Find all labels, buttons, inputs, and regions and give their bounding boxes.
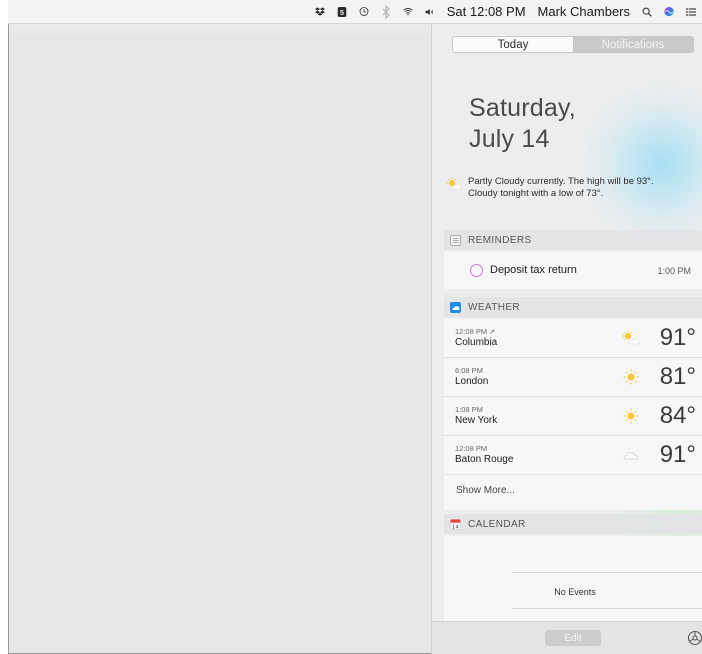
desktop-shadow	[9, 24, 431, 38]
gear-icon[interactable]	[687, 630, 702, 646]
evernote-icon[interactable]: 5	[331, 0, 353, 24]
summary-text-night: Cloudy tonight with a low of 73°.	[468, 188, 604, 199]
reminder-time: 1:00 PM	[657, 266, 691, 276]
weather-widget: 12:08 PM ➚ Columbia 91° 6:08 PM London 8…	[444, 319, 702, 510]
show-more-row: Show More...	[444, 475, 702, 510]
calendar-no-events: No Events	[554, 587, 596, 597]
date-weekday: Saturday,	[469, 94, 576, 122]
calendar-divider	[512, 572, 702, 573]
svg-text:14: 14	[452, 524, 459, 530]
weather-city: New York	[455, 415, 498, 426]
panel-footer: Edit	[432, 621, 702, 654]
siri-icon[interactable]	[658, 0, 680, 24]
weather-row-new-york[interactable]: 1:08 PM New York 84°	[444, 397, 702, 436]
menubar-user[interactable]: Mark Chambers	[532, 0, 636, 24]
sun-icon	[622, 369, 640, 385]
time-machine-icon[interactable]	[353, 0, 375, 24]
background-glow	[582, 84, 702, 244]
weather-app-icon	[450, 301, 461, 313]
reminders-header[interactable]: REMINDERS	[444, 230, 702, 250]
reminders-icon	[450, 234, 461, 246]
desktop-area	[9, 24, 431, 653]
date-day: July 14	[469, 125, 550, 153]
weather-temp: 91°	[659, 324, 696, 351]
reminder-checkbox[interactable]	[470, 264, 483, 277]
weather-time: 12:08 PM	[455, 444, 488, 453]
weather-summary: Partly Cloudy currently. The high will b…	[446, 176, 696, 200]
wifi-icon[interactable]	[397, 0, 419, 24]
reminder-title: Deposit tax return	[490, 264, 577, 276]
menubar-clock[interactable]: Sat 12:08 PM	[441, 0, 532, 24]
weather-temp: 91°	[659, 441, 696, 468]
tab-today[interactable]: Today	[453, 37, 573, 52]
summary-text-day: Partly Cloudy currently. The high will b…	[468, 176, 654, 187]
today-notifications-tabs: Today Notifications	[452, 36, 694, 53]
calendar-title: CALENDAR	[468, 518, 526, 530]
weather-row-baton-rouge[interactable]: 12:08 PM Baton Rouge 91°	[444, 436, 702, 475]
calendar-icon: 14	[450, 518, 461, 530]
weather-row-columbia[interactable]: 12:08 PM ➚ Columbia 91°	[444, 319, 702, 358]
volume-icon[interactable]	[419, 0, 441, 24]
weather-time: 12:08 PM ➚	[455, 327, 496, 336]
sun-icon	[622, 408, 640, 424]
weather-city: Columbia	[455, 337, 498, 348]
notification-center-panel: Today Notifications Saturday, July 14 Pa…	[431, 24, 702, 654]
calendar-widget: No Events	[444, 536, 702, 621]
show-more-link[interactable]: Show More...	[456, 485, 515, 496]
edit-button[interactable]: Edit	[545, 630, 601, 646]
reminders-widget: Deposit tax return 1:00 PM	[444, 252, 702, 289]
weather-temp: 81°	[659, 363, 696, 390]
menu-bar: 5 Sat 12:08 PM Mark Chambers	[8, 0, 702, 24]
bluetooth-icon[interactable]	[375, 0, 397, 24]
weather-row-london[interactable]: 6:08 PM London 81°	[444, 358, 702, 397]
calendar-header[interactable]: 14 CALENDAR	[444, 514, 702, 534]
partly-cloudy-icon	[446, 177, 462, 191]
dropbox-icon[interactable]	[309, 0, 331, 24]
weather-city: Baton Rouge	[455, 454, 514, 465]
svg-text:5: 5	[340, 8, 344, 16]
notification-center-icon[interactable]	[680, 0, 702, 24]
weather-time: 6:08 PM	[455, 366, 483, 375]
reminder-item[interactable]: Deposit tax return 1:00 PM	[444, 252, 702, 289]
spotlight-icon[interactable]	[636, 0, 658, 24]
cloud-icon	[622, 447, 640, 463]
calendar-divider	[512, 608, 702, 609]
tab-notifications[interactable]: Notifications	[573, 37, 693, 52]
weather-temp: 84°	[659, 402, 696, 429]
weather-city: London	[455, 376, 489, 387]
weather-time: 1:08 PM	[455, 405, 483, 414]
reminders-title: REMINDERS	[468, 234, 532, 246]
weather-header[interactable]: WEATHER	[444, 297, 702, 317]
partly-sunny-icon	[622, 330, 640, 346]
location-arrow-icon: ➚	[489, 327, 496, 336]
weather-title: WEATHER	[468, 301, 521, 313]
